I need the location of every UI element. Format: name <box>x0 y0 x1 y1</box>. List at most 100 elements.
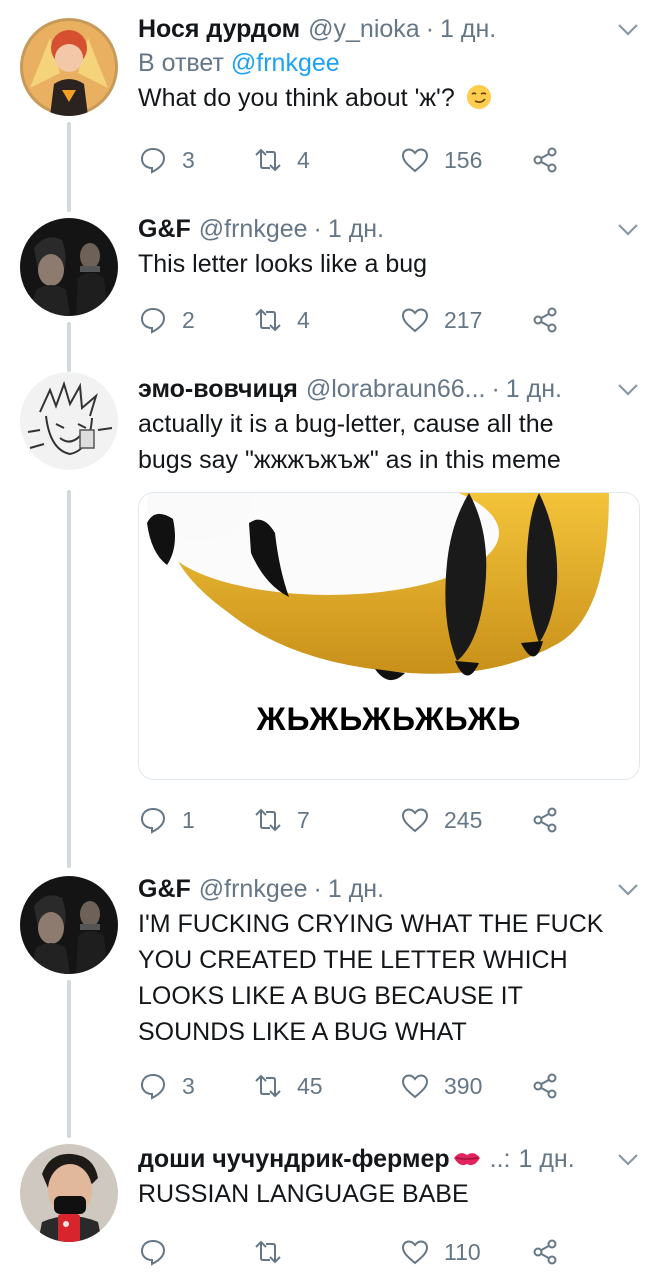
reply-count: 1 <box>182 806 195 833</box>
heart-icon <box>401 148 429 173</box>
retweet-button[interactable]: 4 <box>253 302 310 338</box>
tweet-text: actually it is a bug-letter, cause all t… <box>138 406 642 478</box>
heart-icon <box>401 1240 429 1265</box>
tweet-text: What do you think about 'ж'? <box>138 80 642 116</box>
timestamp[interactable]: 1 дн. <box>328 872 384 906</box>
reply-to-label: В ответ <box>138 49 224 77</box>
share-icon <box>533 1073 557 1099</box>
author-handle[interactable]: @lorabraun66... <box>306 372 486 406</box>
avatar[interactable] <box>20 18 118 116</box>
like-button[interactable]: 156 <box>400 142 482 178</box>
tweet-media-image[interactable]: ЖЬЖЬЖЬЖЬЖЬ <box>138 492 640 780</box>
kiss-mark-emoji-icon <box>453 1153 480 1166</box>
avatar[interactable] <box>20 372 118 470</box>
reply-button[interactable]: 2 <box>138 302 195 338</box>
avatar[interactable] <box>20 218 118 316</box>
meme-caption: ЖЬЖЬЖЬЖЬЖЬ <box>256 701 522 737</box>
author-handle[interactable]: ..: <box>490 1142 511 1176</box>
retweet-button[interactable]: 4 <box>253 142 310 178</box>
retweet-icon <box>255 1074 281 1098</box>
retweet-icon <box>255 148 281 172</box>
retweet-icon <box>255 808 281 832</box>
tweet-text-line: SOUNDS LIKE A BUG WHAT <box>138 1018 467 1046</box>
heart-icon <box>401 808 429 833</box>
like-button[interactable]: 217 <box>400 302 482 338</box>
tweet[interactable]: эмо-вовчиця @lorabraun66... · 1 дн. actu… <box>0 360 664 860</box>
share-button[interactable] <box>530 302 560 338</box>
author-handle[interactable]: @frnkgee <box>199 872 308 906</box>
author-handle[interactable]: @y_nioka <box>308 12 420 46</box>
chevron-down-icon[interactable] <box>614 218 642 240</box>
retweet-button[interactable]: 7 <box>253 802 310 838</box>
share-icon <box>533 147 557 173</box>
like-count: 156 <box>444 146 483 173</box>
separator-dot: · <box>313 215 322 243</box>
tweet-text: This letter looks like a bug <box>138 250 428 278</box>
tweet-text-line: LOOKS LIKE A BUG BECAUSE IT <box>138 982 523 1010</box>
avatar[interactable] <box>20 876 118 974</box>
like-count: 390 <box>444 1072 483 1099</box>
reply-button[interactable] <box>138 1234 182 1270</box>
separator-dot: · <box>313 875 322 903</box>
tweet[interactable]: G&F @frnkgee · 1 дн. I'M FUCKING CRYING … <box>0 860 664 1130</box>
retweet-count: 4 <box>297 306 310 333</box>
timestamp[interactable]: 1 дн. <box>518 1142 574 1176</box>
tweet[interactable]: доши чучундрик-фермер ..: 1 дн. RUSSIAN … <box>0 1130 664 1280</box>
retweet-count: 45 <box>297 1072 323 1099</box>
reply-icon <box>140 147 166 174</box>
like-button[interactable]: 390 <box>400 1068 482 1104</box>
reply-icon <box>140 307 166 334</box>
chevron-down-icon[interactable] <box>614 378 642 400</box>
reply-button[interactable]: 3 <box>138 142 195 178</box>
avatar[interactable] <box>20 1144 118 1242</box>
author-name[interactable]: G&F <box>138 872 191 906</box>
retweet-icon <box>255 308 281 332</box>
chevron-down-icon[interactable] <box>614 18 642 40</box>
timestamp[interactable]: 1 дн. <box>506 372 562 406</box>
share-icon <box>533 307 557 333</box>
share-button[interactable] <box>530 1068 560 1104</box>
tweet-text-line: bugs say "жжжъжъж" as in this meme <box>138 446 561 474</box>
tweet-text: RUSSIAN LANGUAGE BABE <box>138 1180 469 1208</box>
heart-icon <box>401 308 429 333</box>
tweet-text-body: What do you think about 'ж'? <box>138 84 455 112</box>
reply-icon <box>140 807 166 834</box>
share-icon <box>533 1239 557 1265</box>
author-name[interactable]: Нося дурдом <box>138 12 300 46</box>
tweet-text-line: YOU CREATED THE LETTER WHICH <box>138 946 568 974</box>
author-handle[interactable]: @frnkgee <box>199 212 308 246</box>
retweet-button[interactable]: 45 <box>253 1068 323 1104</box>
like-count: 245 <box>444 806 483 833</box>
reply-icon <box>140 1073 166 1100</box>
like-button[interactable]: 110 <box>400 1234 481 1270</box>
share-button[interactable] <box>530 802 560 838</box>
tweet-text-line: actually it is a bug-letter, cause all t… <box>138 410 554 438</box>
like-count: 217 <box>444 306 483 333</box>
timestamp[interactable]: 1 дн. <box>440 12 496 46</box>
like-button[interactable]: 245 <box>400 802 482 838</box>
chevron-down-icon[interactable] <box>614 878 642 900</box>
reply-to-mention[interactable]: @frnkgee <box>231 49 340 77</box>
retweet-count: 4 <box>297 146 310 173</box>
bee-meme-image <box>147 493 609 681</box>
reply-count: 3 <box>182 1072 195 1099</box>
reply-icon <box>140 1239 166 1266</box>
tweet[interactable]: Нося дурдом @y_nioka · 1 дн. В ответ @fr… <box>0 0 664 200</box>
author-name[interactable]: доши чучундрик-фермер <box>138 1142 450 1176</box>
share-button[interactable] <box>530 142 560 178</box>
heart-icon <box>401 1074 429 1099</box>
retweet-button[interactable] <box>253 1234 297 1270</box>
reply-button[interactable]: 1 <box>138 802 195 838</box>
retweet-count: 7 <box>297 806 310 833</box>
reply-count: 2 <box>182 306 195 333</box>
author-name[interactable]: G&F <box>138 212 191 246</box>
chevron-down-icon[interactable] <box>614 1148 642 1170</box>
timestamp[interactable]: 1 дн. <box>328 212 384 246</box>
reply-to-line: В ответ @frnkgee <box>138 46 642 80</box>
separator-dot: · <box>425 15 435 43</box>
author-name[interactable]: эмо-вовчиця <box>138 372 298 406</box>
smirking-face-emoji-icon <box>466 85 491 109</box>
tweet[interactable]: G&F @frnkgee · 1 дн. This letter looks l… <box>0 200 664 360</box>
share-button[interactable] <box>530 1234 560 1270</box>
reply-button[interactable]: 3 <box>138 1068 195 1104</box>
